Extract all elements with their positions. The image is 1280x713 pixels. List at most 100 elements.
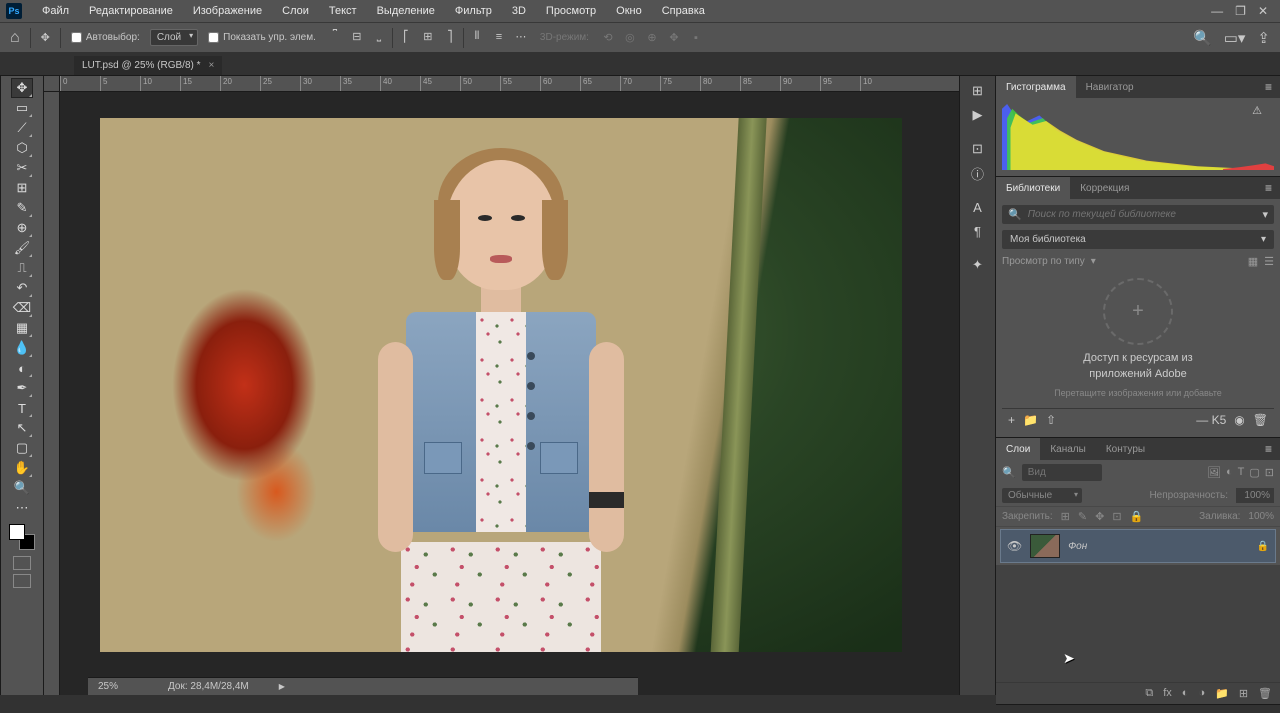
panel-menu-icon[interactable]: ≡: [1257, 442, 1280, 456]
move-tool[interactable]: ✥: [11, 78, 33, 98]
history-brush-tool[interactable]: ↶: [11, 278, 33, 298]
type-tool[interactable]: T: [11, 398, 33, 418]
search-icon[interactable]: 🔍: [1193, 29, 1212, 47]
color-swatches[interactable]: [9, 524, 35, 550]
share-icon[interactable]: ⇪: [1257, 29, 1270, 47]
menu-edit[interactable]: Редактирование: [79, 5, 183, 17]
new-layer-icon[interactable]: ⊞: [1239, 687, 1248, 700]
opacity-value[interactable]: 100%: [1236, 488, 1274, 503]
autoselect-target-dropdown[interactable]: Слой: [150, 29, 198, 46]
align-vcenter-icon[interactable]: ⊟: [348, 28, 366, 46]
menu-help[interactable]: Справка: [652, 5, 715, 17]
tab-paths[interactable]: Контуры: [1096, 438, 1155, 460]
close-tab-icon[interactable]: ×: [209, 60, 215, 71]
quickmask-icon[interactable]: [13, 556, 31, 570]
align-bottom-icon[interactable]: ⎵: [370, 28, 388, 46]
folder-icon[interactable]: 📁: [1023, 413, 1038, 427]
3d-roll-icon[interactable]: ◎: [621, 29, 639, 47]
move-tool-icon[interactable]: ✥: [41, 31, 50, 44]
filter-pixel-icon[interactable]: 🖼: [1207, 466, 1221, 479]
align-left-icon[interactable]: ⎡: [397, 28, 415, 46]
properties-icon[interactable]: ⊡: [967, 138, 989, 160]
eraser-tool[interactable]: ⌫: [11, 298, 33, 318]
document-tab[interactable]: LUT.psd @ 25% (RGB/8) * ×: [74, 56, 222, 75]
crop-tool[interactable]: ✂: [11, 158, 33, 178]
show-controls-checkbox[interactable]: Показать упр. элем.: [208, 32, 316, 43]
3d-camera-icon[interactable]: ▪: [687, 29, 705, 47]
info-icon[interactable]: ⓘ: [967, 162, 989, 184]
upload-icon[interactable]: ⇧: [1046, 413, 1056, 427]
lasso-tool[interactable]: ⟋: [11, 118, 33, 138]
align-right-icon[interactable]: ⎤: [441, 28, 459, 46]
menu-text[interactable]: Текст: [319, 5, 367, 17]
stamp-tool[interactable]: ⎍: [11, 258, 33, 278]
filter-smart-icon[interactable]: ⊡: [1265, 466, 1274, 479]
hand-tool[interactable]: ✋: [11, 458, 33, 478]
zoom-tool[interactable]: 🔍: [11, 478, 33, 498]
tab-channels[interactable]: Каналы: [1040, 438, 1096, 460]
actions-icon[interactable]: ▶: [967, 104, 989, 126]
path-select-tool[interactable]: ↖: [11, 418, 33, 438]
fill-value[interactable]: 100%: [1248, 511, 1274, 522]
brush-tool[interactable]: 🖌: [11, 238, 33, 258]
library-search-input[interactable]: [1028, 209, 1257, 220]
layer-row[interactable]: 👁 Фон 🔒: [1000, 529, 1276, 563]
edit-toolbar[interactable]: ⋯: [11, 498, 33, 518]
foreground-color[interactable]: [9, 524, 25, 540]
tab-adjustments[interactable]: Коррекция: [1070, 177, 1139, 199]
lock-all-icon[interactable]: 🔒: [1130, 510, 1144, 523]
lock-brush-icon[interactable]: ✎: [1078, 510, 1087, 523]
blend-mode-dropdown[interactable]: Обычные: [1002, 488, 1082, 503]
status-menu-icon[interactable]: ▶: [279, 682, 285, 691]
menu-select[interactable]: Выделение: [367, 5, 445, 17]
menu-image[interactable]: Изображение: [183, 5, 272, 17]
adjustment-layer-icon[interactable]: ◑: [1198, 687, 1205, 700]
library-selector[interactable]: Моя библиотека▾: [1002, 230, 1274, 249]
menu-3d[interactable]: 3D: [502, 5, 536, 17]
window-minimize-icon[interactable]: —: [1211, 4, 1223, 18]
zoom-level[interactable]: 25%: [98, 681, 138, 692]
pen-tool[interactable]: ✒: [11, 378, 33, 398]
layer-visibility-icon[interactable]: 👁: [1007, 539, 1022, 553]
window-close-icon[interactable]: ✕: [1258, 4, 1268, 18]
shape-tool[interactable]: ▢: [11, 438, 33, 458]
tab-navigator[interactable]: Навигатор: [1076, 76, 1144, 98]
3d-orbit-icon[interactable]: ⟲: [599, 29, 617, 47]
document-canvas[interactable]: [100, 118, 902, 652]
healing-tool[interactable]: ⊕: [11, 218, 33, 238]
layer-locked-icon[interactable]: 🔒: [1257, 541, 1269, 552]
autoselect-checkbox[interactable]: Автовыбор:: [71, 32, 140, 43]
ruler-vertical[interactable]: [44, 92, 60, 695]
adjustments-icon[interactable]: ⊞: [967, 80, 989, 102]
layer-mask-icon[interactable]: ◐: [1182, 687, 1189, 700]
menu-view[interactable]: Просмотр: [536, 5, 606, 17]
tab-histogram[interactable]: Гистограмма: [996, 76, 1076, 98]
doc-size[interactable]: Док: 28,4M/28,4M: [168, 681, 249, 692]
tab-libraries[interactable]: Библиотеки: [996, 177, 1070, 199]
styles-icon[interactable]: ✦: [967, 254, 989, 276]
panel-menu-icon[interactable]: ≡: [1257, 80, 1280, 94]
tab-layers[interactable]: Слои: [996, 438, 1040, 460]
link-layers-icon[interactable]: ⧉: [1145, 687, 1153, 700]
lock-pixels-icon[interactable]: ⊞: [1061, 510, 1070, 523]
workspace-switcher-icon[interactable]: ▭▾: [1224, 29, 1246, 47]
frame-tool[interactable]: ⊞: [11, 178, 33, 198]
delete-layer-icon[interactable]: 🗑: [1258, 687, 1272, 700]
grid-view-icon[interactable]: ▦: [1248, 255, 1258, 268]
quick-select-tool[interactable]: ⬡: [11, 138, 33, 158]
window-maximize-icon[interactable]: ❐: [1235, 4, 1246, 18]
blur-tool[interactable]: 💧: [11, 338, 33, 358]
distribute-h-icon[interactable]: ⫴: [468, 28, 486, 46]
view-by-type[interactable]: Просмотр по типу: [1002, 256, 1085, 267]
lock-position-icon[interactable]: ✥: [1095, 510, 1104, 523]
align-hcenter-icon[interactable]: ⊞: [419, 28, 437, 46]
sync-icon[interactable]: ◉: [1234, 413, 1244, 427]
dodge-tool[interactable]: ◐: [11, 358, 33, 378]
menu-file[interactable]: Файл: [32, 5, 79, 17]
layer-fx-icon[interactable]: fx: [1163, 687, 1172, 700]
distribute-v-icon[interactable]: ≡: [490, 28, 508, 46]
layer-filter-input[interactable]: [1022, 464, 1102, 481]
search-dropdown-icon[interactable]: ▾: [1262, 208, 1268, 221]
library-search[interactable]: 🔍 ▾: [1002, 205, 1274, 224]
screenmode-icon[interactable]: [13, 574, 31, 588]
